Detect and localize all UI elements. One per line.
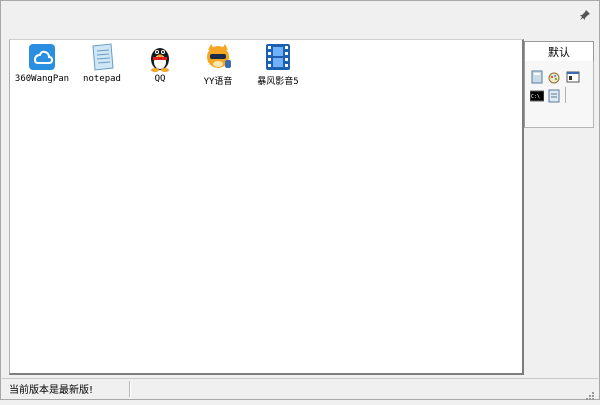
command-prompt-icon[interactable]: C:\ bbox=[529, 88, 545, 102]
app-label: 360WangPan bbox=[14, 74, 70, 84]
app-label: QQ bbox=[154, 74, 166, 84]
app-item-notepad[interactable]: notepad bbox=[70, 42, 134, 84]
app-item-baofeng[interactable]: 暴风影音5 bbox=[246, 42, 310, 87]
status-separator bbox=[129, 381, 131, 397]
app-item-360wangpan[interactable]: 360WangPan bbox=[10, 42, 74, 84]
app-label: 暴风影音5 bbox=[257, 77, 299, 87]
resize-grip-icon[interactable] bbox=[585, 386, 595, 400]
film-strip-icon bbox=[263, 42, 293, 72]
status-message: 当前版本是最新版! bbox=[9, 385, 94, 396]
calculator-icon[interactable] bbox=[530, 69, 544, 84]
app-label: YY语音 bbox=[203, 77, 233, 87]
pin-icon[interactable] bbox=[577, 7, 593, 23]
window-icon[interactable] bbox=[566, 69, 580, 83]
quick-tools-panel: C:\ bbox=[524, 61, 594, 128]
launcher-window: 360WangPan notepad QQ YY语音 暴风影音5 默认 C:\ … bbox=[0, 0, 600, 400]
penguin-icon bbox=[145, 42, 175, 72]
tab-default[interactable]: 默认 bbox=[524, 41, 594, 61]
toolbar-divider bbox=[565, 87, 566, 103]
document-icon[interactable] bbox=[547, 88, 561, 103]
cloud-drive-icon bbox=[27, 42, 57, 72]
app-label: notepad bbox=[83, 74, 121, 84]
notepad-icon bbox=[87, 42, 117, 72]
app-item-yy[interactable]: YY语音 bbox=[186, 42, 250, 87]
yy-voice-icon bbox=[203, 42, 233, 72]
app-item-qq[interactable]: QQ bbox=[128, 42, 192, 84]
svg-text:C:\: C:\ bbox=[531, 94, 540, 100]
status-bar: 当前版本是最新版! bbox=[2, 378, 598, 400]
app-grid: 360WangPan notepad QQ YY语音 暴风影音5 bbox=[9, 39, 524, 375]
paint-icon[interactable] bbox=[547, 69, 561, 84]
